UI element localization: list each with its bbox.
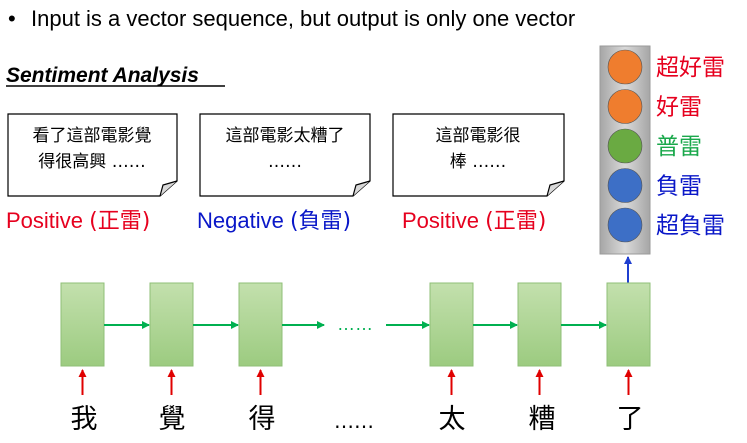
rnn-block-7 xyxy=(606,282,651,367)
output-class-label-5: 超負雷 xyxy=(656,213,725,239)
diagram-canvas: • Input is a vector sequence, but output… xyxy=(6,6,725,435)
output-circle-1 xyxy=(607,49,643,85)
sequence-ellipsis: …… xyxy=(337,314,373,334)
rnn-block-6 xyxy=(517,282,562,367)
note-1-line-1: 看了這部電影覺 xyxy=(33,126,152,146)
rnn-block-5 xyxy=(429,282,474,367)
input-token-4: …… xyxy=(334,409,374,433)
note-3-line-2: 棒 …… xyxy=(450,152,506,172)
note-3: 這部電影很 棒 …… xyxy=(392,113,565,197)
input-token-5: 太 xyxy=(439,404,466,435)
output-class-label-4: 負雷 xyxy=(656,174,702,200)
input-token-6: 糟 xyxy=(529,404,556,435)
note-1-line-2: 得很高興 …… xyxy=(38,152,145,172)
input-token-3: 得 xyxy=(249,404,276,435)
label-3: Positive (正雷) xyxy=(402,208,546,234)
output-class-label-2: 好雷 xyxy=(656,95,702,121)
bullet-symbol: • xyxy=(8,6,16,31)
rnn-block-1 xyxy=(60,282,105,367)
output-class-label-1: 超好雷 xyxy=(656,55,725,81)
output-circle-5 xyxy=(607,207,643,243)
rnn-block-2 xyxy=(149,282,194,367)
section-title: Sentiment Analysis xyxy=(6,64,199,87)
input-token-7: 了 xyxy=(617,404,644,435)
label-1-word: Positive xyxy=(6,208,83,233)
label-3-cn: (正雷) xyxy=(485,209,546,234)
label-2-cn: (負雷) xyxy=(290,209,351,234)
label-2: Negative (負雷) xyxy=(197,208,351,234)
bullet-text: Input is a vector sequence, but output i… xyxy=(31,6,575,31)
note-3-line-1: 這部電影很 xyxy=(436,126,521,146)
input-token-2: 覺 xyxy=(159,404,186,435)
output-class-label-3: 普雷 xyxy=(656,134,702,160)
input-token-1: 我 xyxy=(71,404,98,435)
label-3-word: Positive xyxy=(402,208,479,233)
rnn-sequence: …… 我 覺 得 …… 太 糟 了 xyxy=(60,282,651,435)
note-2-line-2: …… xyxy=(268,152,302,172)
output-circle-3 xyxy=(607,128,643,164)
output-circle-4 xyxy=(607,168,643,203)
label-1: Positive (正雷) xyxy=(6,208,150,234)
note-2: 這部電影太糟了 …… xyxy=(199,113,371,197)
note-1: 看了這部電影覺 得很高興 …… xyxy=(7,113,178,197)
note-2-line-1: 這部電影太糟了 xyxy=(226,126,345,146)
rnn-block-3 xyxy=(238,282,283,367)
output-classes: 超好雷好雷普雷負雷超負雷 xyxy=(607,49,725,243)
label-1-cn: (正雷) xyxy=(89,209,150,234)
output-circle-2 xyxy=(607,89,643,124)
label-2-word: Negative xyxy=(197,208,284,233)
